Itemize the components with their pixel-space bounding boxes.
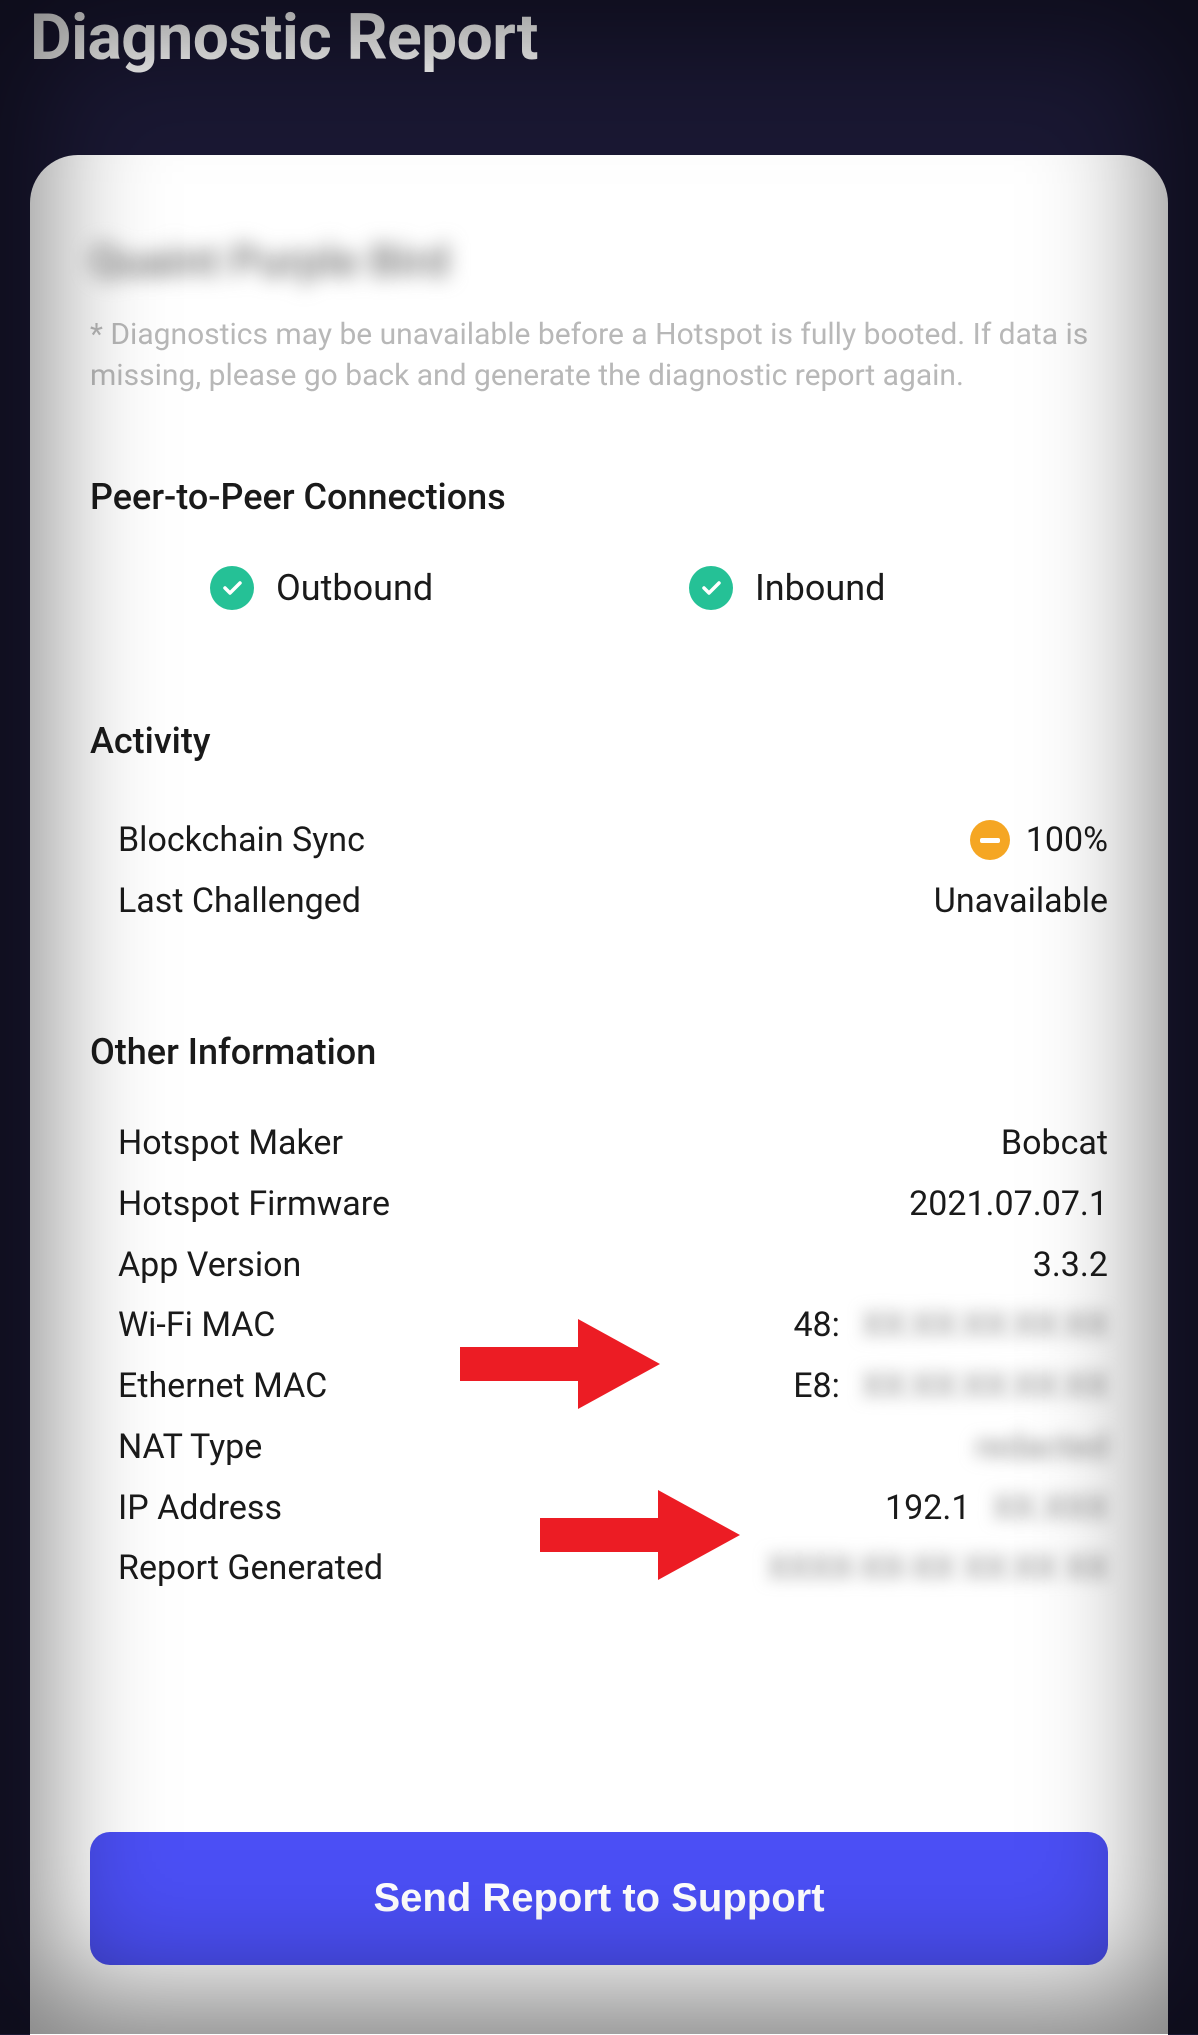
minus-icon xyxy=(970,820,1010,860)
nat-type-value: redacted xyxy=(975,1421,1108,1474)
hotspot-name: Quaint Purple Bird xyxy=(90,235,1108,287)
hotspot-firmware-label: Hotspot Firmware xyxy=(118,1178,390,1231)
app-version-value: 3.3.2 xyxy=(1033,1239,1108,1292)
nat-type-label: NAT Type xyxy=(118,1421,262,1474)
ip-address-label: IP Address xyxy=(118,1482,282,1535)
diagnostic-card: Quaint Purple Bird * Diagnostics may be … xyxy=(30,155,1168,2035)
blockchain-sync-value: 100% xyxy=(1026,814,1108,867)
hotspot-maker-label: Hotspot Maker xyxy=(118,1117,343,1170)
report-generated-value: XXXX-XX-XX XX:XX XX xyxy=(767,1542,1108,1595)
last-challenged-value: Unavailable xyxy=(934,875,1108,928)
last-challenged-row: Last Challenged Unavailable xyxy=(118,871,1108,932)
hotspot-maker-row: Hotspot Maker Bobcat xyxy=(118,1113,1108,1174)
wifi-mac-value: 48: XX:XX:XX:XX:XX xyxy=(793,1299,1108,1352)
p2p-outbound-label: Outbound xyxy=(276,567,433,609)
ethernet-mac-value: E8: XX:XX:XX:XX:XX xyxy=(793,1360,1108,1413)
check-icon xyxy=(689,566,733,610)
disclaimer-text: * Diagnostics may be unavailable before … xyxy=(90,315,1108,396)
ethernet-mac-row: Ethernet MAC E8: XX:XX:XX:XX:XX xyxy=(118,1356,1108,1417)
blockchain-sync-row: Blockchain Sync 100% xyxy=(118,810,1108,871)
last-challenged-label: Last Challenged xyxy=(118,875,361,928)
ip-address-value: 192.1 XX.XXX xyxy=(885,1482,1108,1535)
other-info-section: Other Information Hotspot Maker Bobcat H… xyxy=(90,1031,1108,1599)
nat-type-row: NAT Type redacted xyxy=(118,1417,1108,1478)
wifi-mac-row: Wi-Fi MAC 48: XX:XX:XX:XX:XX xyxy=(118,1295,1108,1356)
activity-title: Activity xyxy=(90,720,1108,762)
ethernet-mac-label: Ethernet MAC xyxy=(118,1360,327,1413)
ip-address-row: IP Address 192.1 XX.XXX xyxy=(118,1478,1108,1539)
hotspot-firmware-row: Hotspot Firmware 2021.07.07.1 xyxy=(118,1174,1108,1235)
p2p-inbound-label: Inbound xyxy=(755,567,885,609)
activity-section: Activity Blockchain Sync 100% Last Chall… xyxy=(90,720,1108,931)
other-info-title: Other Information xyxy=(90,1031,1108,1073)
app-version-label: App Version xyxy=(118,1239,301,1292)
p2p-section: Peer-to-Peer Connections Outbound Inboun… xyxy=(90,476,1108,610)
page-title: Diagnostic Report xyxy=(0,0,1198,105)
p2p-inbound: Inbound xyxy=(689,566,1108,610)
p2p-title: Peer-to-Peer Connections xyxy=(90,476,1108,518)
blockchain-sync-label: Blockchain Sync xyxy=(118,814,365,867)
hotspot-firmware-value: 2021.07.07.1 xyxy=(909,1178,1108,1231)
hotspot-maker-value: Bobcat xyxy=(1001,1117,1108,1170)
wifi-mac-label: Wi-Fi MAC xyxy=(118,1299,275,1352)
report-generated-row: Report Generated XXXX-XX-XX XX:XX XX xyxy=(118,1538,1108,1599)
check-icon xyxy=(210,566,254,610)
report-generated-label: Report Generated xyxy=(118,1542,383,1595)
send-report-button[interactable]: Send Report to Support xyxy=(90,1832,1108,1965)
p2p-outbound: Outbound xyxy=(210,566,629,610)
app-version-row: App Version 3.3.2 xyxy=(118,1235,1108,1296)
